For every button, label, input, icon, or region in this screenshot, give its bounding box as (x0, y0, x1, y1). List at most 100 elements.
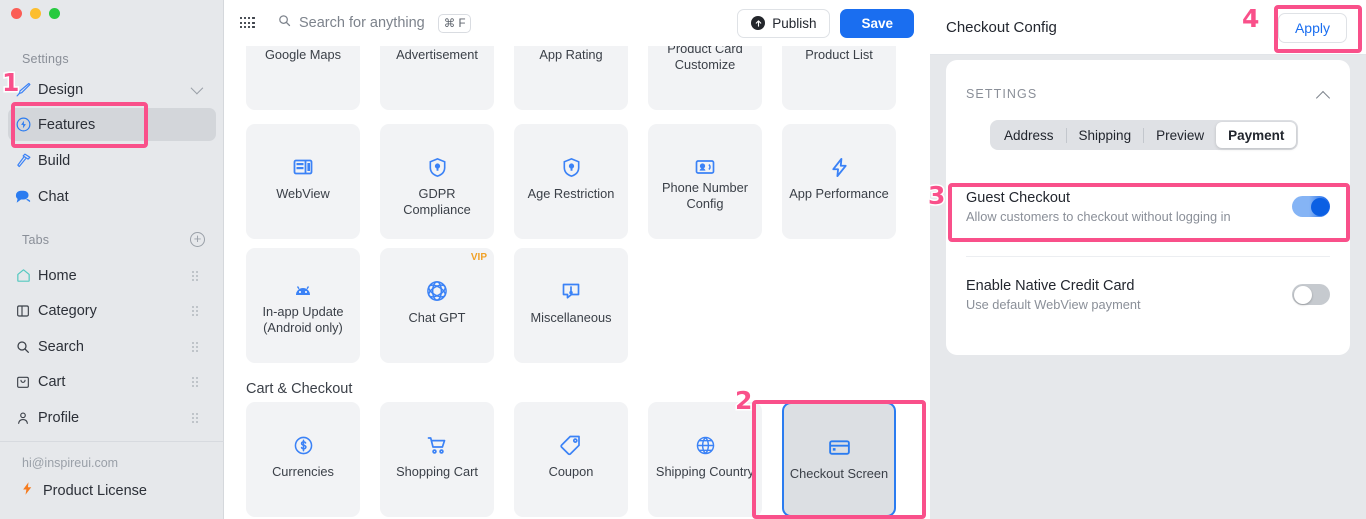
sidebar-item-features[interactable]: Features (8, 108, 216, 141)
feature-card-miscellaneous[interactable]: Miscellaneous (514, 248, 628, 363)
step-badge-2: 2 (733, 386, 753, 415)
publish-label: Publish (772, 15, 817, 31)
section-title-cart-checkout: Cart & Checkout (246, 381, 353, 397)
sidebar-settings-caption: Settings (22, 52, 69, 66)
apply-button[interactable]: Apply (1277, 13, 1347, 43)
option-divider (966, 256, 1330, 257)
feature-card-webview[interactable]: WebView (246, 124, 360, 239)
minimize-window-button[interactable] (30, 8, 41, 19)
drag-handle-icon[interactable] (192, 377, 199, 387)
webview-icon (246, 152, 360, 182)
drag-handle-icon[interactable] (192, 413, 199, 423)
feature-label: Advertisement (396, 47, 478, 62)
step-badge-3: 3 (926, 181, 946, 210)
window-controls (11, 8, 60, 19)
chevron-down-icon[interactable] (190, 81, 204, 95)
option-guest-checkout[interactable]: Guest Checkout Allow customers to checko… (966, 190, 1330, 224)
feature-card-app-performance[interactable]: App Performance (782, 124, 896, 239)
vip-badge: VIP (470, 252, 487, 263)
chevron-up-icon[interactable] (1315, 90, 1331, 106)
feature-label: Shopping Cart (396, 464, 478, 479)
search-icon (277, 13, 292, 33)
feature-label: WebView (276, 186, 330, 201)
app-window: Settings Design Features Build Chat Tabs… (0, 0, 1366, 519)
tag-icon (514, 430, 628, 460)
option-enable-native-credit-card[interactable]: Enable Native Credit Card Use default We… (966, 278, 1330, 312)
feature-card-gdpr-compliance[interactable]: GDPR Compliance (380, 124, 494, 239)
feature-card-shipping-country[interactable]: Shipping Country (648, 402, 762, 517)
shield-lock-icon (380, 152, 494, 182)
sidebar-item-label: Product License (43, 483, 147, 499)
search-icon (8, 339, 38, 355)
sidebar-item-cart[interactable]: Cart (8, 365, 216, 398)
feature-label: Shipping Country (655, 464, 755, 479)
maximize-window-button[interactable] (49, 8, 60, 19)
sidebar-item-profile[interactable]: Profile (8, 401, 216, 434)
page-title: Checkout Config (946, 19, 1057, 36)
feature-label: Currencies (272, 464, 334, 479)
dollar-circle-icon (246, 430, 360, 460)
search-input[interactable]: Search for anything ⌘ F (277, 13, 472, 33)
sidebar-item-label: Build (38, 152, 71, 169)
shopping-cart-icon (380, 430, 494, 460)
option-subtitle: Allow customers to checkout without logg… (966, 209, 1231, 224)
person-icon (8, 410, 38, 426)
tab-shipping[interactable]: Shipping (1067, 122, 1144, 148)
main-content: Google Maps Advertisement App Rating Pro… (224, 0, 930, 519)
step-badge-1: 1 (0, 68, 20, 97)
sidebar-item-chat[interactable]: Chat (8, 180, 216, 213)
native-credit-card-toggle[interactable] (1292, 284, 1330, 305)
settings-section-header: SETTINGS (966, 87, 1038, 101)
cart-bag-icon (8, 374, 38, 390)
sidebar-item-category[interactable]: Category (8, 294, 216, 327)
sidebar-item-label: Search (38, 338, 84, 355)
feature-label: Phone Number Config (661, 180, 749, 211)
hammer-icon (8, 152, 38, 169)
chat-bubbles-icon (8, 188, 38, 206)
feature-label: Product List (805, 47, 873, 62)
bolt-icon (782, 152, 896, 182)
feature-label: GDPR Compliance (403, 186, 471, 217)
drag-handle-icon[interactable] (192, 271, 199, 281)
feature-label: Age Restriction (527, 186, 615, 201)
sidebar-item-label: Design (38, 81, 84, 98)
close-window-button[interactable] (11, 8, 22, 19)
feature-label: Chat GPT (408, 310, 466, 325)
toolbar: Search for anything ⌘ F Publish Save (224, 0, 930, 46)
tab-payment[interactable]: Payment (1216, 122, 1297, 148)
feature-card-coupon[interactable]: Coupon (514, 402, 628, 517)
sidebar-item-product-license[interactable]: Product License (20, 480, 147, 502)
settings-tab-group: Address Shipping Preview Payment (990, 120, 1299, 150)
sidebar-item-home[interactable]: Home (8, 259, 216, 292)
publish-button[interactable]: Publish (737, 8, 831, 38)
tab-address[interactable]: Address (992, 122, 1066, 148)
save-button[interactable]: Save (840, 8, 914, 38)
search-shortcut-badge: ⌘ F (437, 13, 472, 33)
sidebar-item-search[interactable]: Search (8, 330, 216, 363)
search-placeholder: Search for anything (299, 15, 425, 31)
feature-label: Miscellaneous (530, 310, 612, 325)
tab-preview[interactable]: Preview (1144, 122, 1216, 148)
sidebar-item-build[interactable]: Build (8, 144, 216, 177)
guest-checkout-toggle[interactable] (1292, 196, 1330, 217)
drag-handle-icon[interactable] (192, 342, 199, 352)
credit-card-icon (784, 432, 894, 462)
feature-card-currencies[interactable]: Currencies (246, 402, 360, 517)
globe-icon (648, 430, 762, 460)
feature-card-phone-number-config[interactable]: Phone Number Config (648, 124, 762, 239)
sidebar-divider (0, 441, 224, 442)
feature-label: Checkout Screen (789, 466, 889, 481)
plus-circle-icon[interactable]: + (190, 232, 205, 247)
feature-card-checkout-screen[interactable]: Checkout Screen (782, 402, 896, 517)
step-badge-4: 4 (1240, 4, 1260, 33)
app-grid-icon[interactable] (240, 17, 255, 29)
feature-card-in-app-update[interactable]: In-app Update (Android only) (246, 248, 360, 363)
sidebar-item-design[interactable]: Design (8, 73, 216, 106)
openai-icon (380, 276, 494, 306)
drag-handle-icon[interactable] (192, 306, 199, 316)
feature-label: Coupon (548, 464, 594, 479)
features-grid: Google Maps Advertisement App Rating Pro… (224, 0, 930, 519)
feature-card-age-restriction[interactable]: Age Restriction (514, 124, 628, 239)
feature-card-shopping-cart[interactable]: Shopping Cart (380, 402, 494, 517)
feature-card-chat-gpt[interactable]: VIP Chat GPT (380, 248, 494, 363)
